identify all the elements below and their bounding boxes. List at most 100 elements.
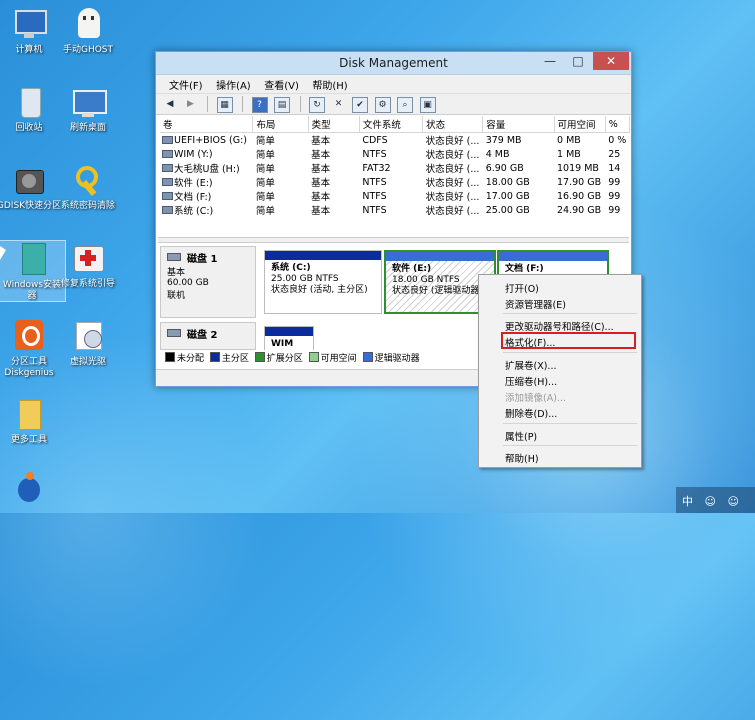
disk2-label[interactable]: 磁盘 2: [160, 322, 256, 350]
volume-name-cell: 大毛桃U盘 (H:): [160, 161, 253, 175]
emoji-icon[interactable]: ☺: [705, 495, 716, 508]
check-icon[interactable]: ✔: [352, 97, 368, 113]
table-cell: 379 MB: [485, 134, 522, 146]
menu-item-help[interactable]: 帮助(H): [505, 451, 539, 465]
toolbar: ◀ ▶ ▦ ? ▤ ↻ ✕ ✔ ⚙ ⌕ ▣: [156, 94, 631, 115]
menu-separator: [503, 423, 637, 424]
menu-help[interactable]: 帮助(H): [307, 75, 352, 94]
forward-icon[interactable]: ▶: [184, 97, 198, 111]
settings-icon[interactable]: ⚙: [374, 97, 391, 113]
maximize-button[interactable]: □: [565, 52, 591, 70]
partition-wim[interactable]: WIM: [264, 326, 314, 350]
table-cell: 1 MB: [557, 148, 581, 160]
column-header[interactable]: 容量: [482, 116, 555, 133]
menu-item-properties[interactable]: 属性(P): [505, 429, 537, 443]
volume-name: 大毛桃U盘 (H:): [174, 164, 240, 175]
disk1-label[interactable]: 磁盘 1 基本 60.00 GB 联机: [160, 246, 256, 318]
menu-item-shrink-volume[interactable]: 压缩卷(H)...: [505, 374, 557, 388]
list-icon[interactable]: ▤: [274, 97, 290, 113]
table-cell: NTFS: [362, 176, 387, 188]
menu-item-open[interactable]: 打开(O): [505, 281, 539, 295]
menu-item-extend-volume[interactable]: 扩展卷(X)...: [505, 358, 556, 372]
ime-indicator[interactable]: 中: [682, 493, 693, 509]
table-cell: 17.90 GB: [557, 176, 602, 188]
delete-icon[interactable]: ✕: [332, 97, 346, 111]
volume-table: 卷 布局 类型 文件系统 状态 容量 可用空间 % UEFI+BIOS (G:)…: [160, 116, 631, 217]
title-bar: Disk Management — □ ✕: [156, 52, 631, 75]
volume-icon: [162, 206, 173, 214]
volume-icon: [162, 150, 173, 158]
back-icon[interactable]: ◀: [163, 97, 177, 111]
pane-splitter[interactable]: [158, 237, 629, 243]
search-icon[interactable]: ⌕: [397, 97, 413, 113]
emoji-icon[interactable]: ☺: [727, 495, 738, 508]
volume-icon: [162, 136, 173, 144]
view-icon[interactable]: ▣: [419, 97, 436, 113]
partition-c[interactable]: 系统 (C:) 25.00 GB NTFS 状态良好 (活动, 主分区): [264, 250, 382, 314]
ghost-icon: [70, 6, 106, 42]
table-cell: 17.00 GB: [485, 190, 530, 202]
table-cell: 25.00 GB: [485, 204, 530, 216]
table-row[interactable]: 文档 (F:) 简单 基本 NTFS 状态良好 (... 17.00 GB 16.90 GB…: [160, 189, 630, 203]
table-row[interactable]: 系统 (C:) 简单 基本 NTFS 状态良好 (... 25.00 GB 24.90 GB…: [160, 203, 630, 217]
table-cell: 基本: [311, 150, 331, 161]
computer-icon: [11, 6, 47, 42]
table-cell: 状态良好 (...: [425, 136, 480, 147]
table-cell: NTFS: [362, 204, 387, 216]
desktop-icon-computer[interactable]: 计算机: [0, 6, 62, 56]
table-cell: 99: [608, 176, 621, 188]
table-cell: 0 %: [608, 134, 627, 146]
toolbar-separator: [299, 96, 301, 112]
cd-icon: [70, 318, 106, 354]
refresh-icon[interactable]: ↻: [309, 97, 325, 113]
desktop-icon-password-clear[interactable]: 系统密码清除: [55, 162, 121, 212]
close-button[interactable]: ✕: [593, 52, 629, 70]
volume-icon: [162, 164, 173, 172]
desktop-icon-gdisk[interactable]: GDISK快速分区: [0, 162, 62, 212]
recycle-bin-icon: [11, 84, 47, 120]
desktop-icon-virtual-drive[interactable]: 虚拟光驱: [55, 318, 121, 368]
properties-icon[interactable]: ▦: [216, 97, 233, 113]
column-header[interactable]: 文件系统: [359, 116, 424, 133]
menu-item-explorer[interactable]: 资源管理器(E): [505, 297, 566, 311]
table-row[interactable]: 软件 (E:) 简单 基本 NTFS 状态良好 (... 18.00 GB 17.90 GB…: [160, 175, 630, 189]
table-cell: NTFS: [362, 190, 387, 202]
system-tray: 中 ☺ ☺: [676, 487, 755, 513]
column-header[interactable]: %: [605, 116, 631, 133]
desktop-icon-recycle-bin[interactable]: 回收站: [0, 84, 62, 134]
menu-item-delete-volume[interactable]: 删除卷(D)...: [505, 406, 557, 420]
table-row[interactable]: UEFI+BIOS (G:) 简单 基本 CDFS 状态良好 (... 379 MB 0 M…: [160, 133, 630, 147]
menu-view[interactable]: 查看(V): [259, 75, 304, 94]
desktop-icon-ghost[interactable]: 手动GHOST: [55, 6, 121, 56]
mouse-cursor-icon: [0, 246, 6, 260]
desktop-icon-repair-boot[interactable]: 修复系统引导: [55, 240, 121, 290]
table-cell: 简单: [255, 206, 275, 217]
column-header[interactable]: 状态: [422, 116, 484, 133]
desktop-icon-refresh-desktop[interactable]: 刷新桌面: [55, 84, 121, 134]
column-header[interactable]: 可用空间: [554, 116, 606, 133]
legend-swatch: [254, 352, 265, 362]
help-icon[interactable]: ?: [251, 97, 268, 113]
table-row[interactable]: 大毛桃U盘 (H:) 简单 基本 FAT32 状态良好 (... 6.90 GB 1019 …: [160, 161, 630, 175]
menu-action[interactable]: 操作(A): [211, 75, 256, 94]
monitor-icon: [70, 84, 107, 120]
minimize-button[interactable]: —: [537, 52, 563, 70]
column-header[interactable]: 布局: [252, 116, 309, 133]
volume-name: UEFI+BIOS (G:): [174, 134, 248, 146]
desktop-icon-more-tools[interactable]: 更多工具: [0, 396, 62, 446]
volume-name: 文档 (F:): [174, 192, 212, 203]
logo-icon: [18, 472, 40, 502]
table-cell: 简单: [255, 192, 275, 203]
column-header[interactable]: 卷: [160, 116, 254, 133]
menu-file[interactable]: 文件(F): [164, 75, 208, 94]
column-header[interactable]: 类型: [308, 116, 360, 133]
volume-name-cell: 系统 (C:): [160, 203, 253, 217]
table-cell: 16.90 GB: [557, 190, 602, 202]
table-row[interactable]: WIM (Y:) 简单 基本 NTFS 状态良好 (... 4 MB 1 MB 25: [160, 147, 630, 161]
desktop-icon-diskgenius[interactable]: 分区工具Diskgenius: [0, 318, 62, 379]
table-cell: 99: [608, 204, 621, 216]
table-cell: 18.00 GB: [485, 176, 530, 188]
legend: 未分配 主分区 扩展分区 可用空间 逻辑驱动器: [162, 351, 420, 364]
menu-item-change-drive-letter[interactable]: 更改驱动器号和路径(C)...: [505, 319, 614, 333]
table-cell: 基本: [311, 164, 331, 175]
